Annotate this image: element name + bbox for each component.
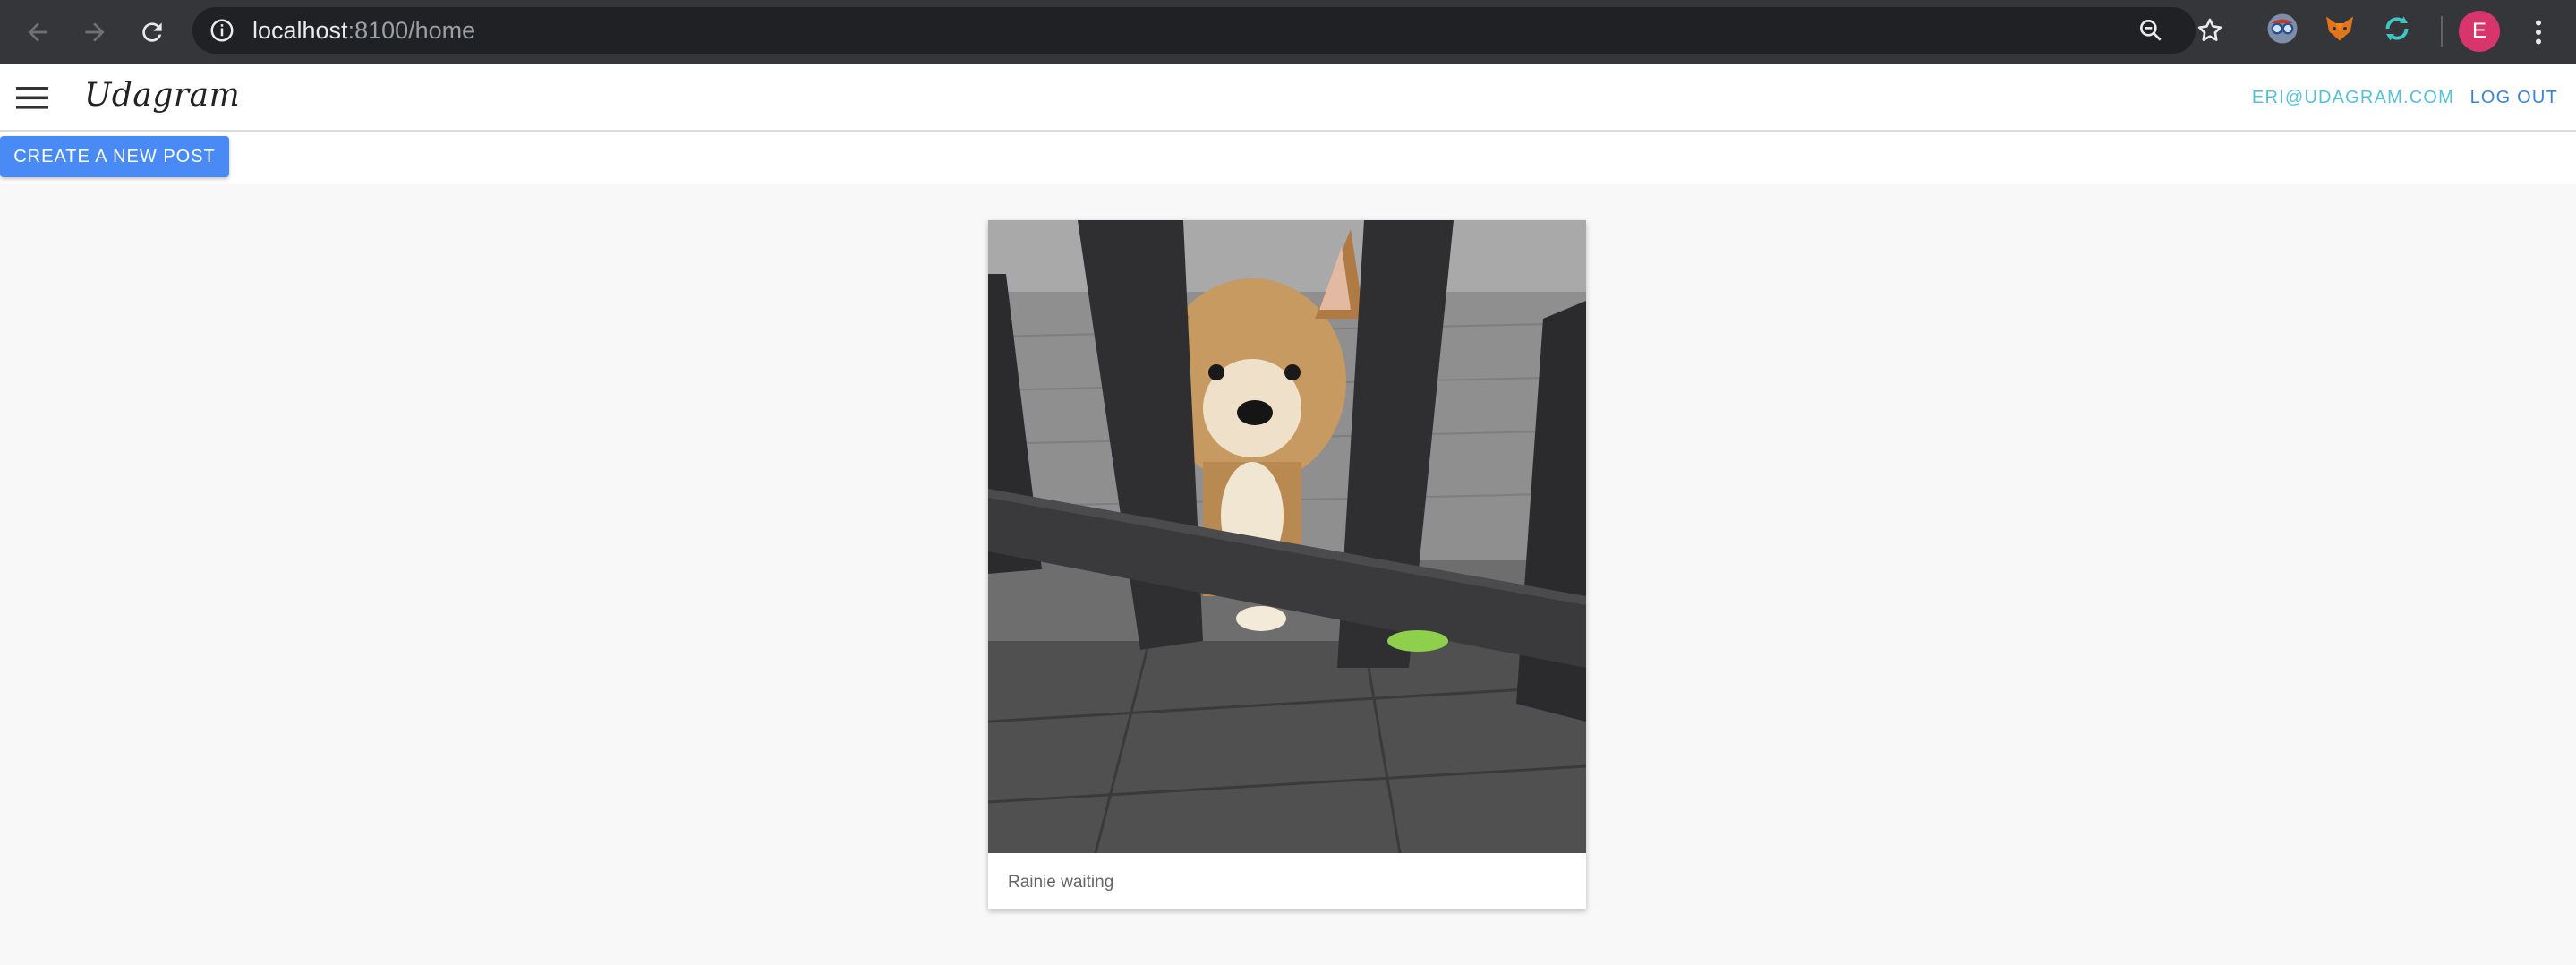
browser-chrome: localhost:8100/home E xyxy=(0,0,2576,64)
more-options-icon[interactable] xyxy=(2522,14,2555,50)
forward-button[interactable] xyxy=(77,14,113,50)
menu-icon[interactable] xyxy=(16,84,48,111)
reload-icon xyxy=(142,22,162,42)
profile-avatar[interactable]: E xyxy=(2459,11,2500,52)
logout-button[interactable]: LOG OUT xyxy=(2470,88,2558,108)
address-bar[interactable]: localhost:8100/home xyxy=(192,7,2222,54)
site-info-icon[interactable] xyxy=(209,17,235,44)
post-caption: Rainie waiting xyxy=(1008,873,1114,892)
url-host: localhost xyxy=(252,17,348,44)
page-toolbar: CREATE A NEW POST xyxy=(0,132,2576,184)
back-arrow-icon xyxy=(28,22,47,42)
dog-behind-fence-photo xyxy=(988,220,1586,853)
forward-arrow-icon xyxy=(85,22,105,42)
sync-extension-icon[interactable] xyxy=(2381,13,2413,45)
glasses-extension-icon[interactable] xyxy=(2266,13,2299,45)
reload-button[interactable] xyxy=(134,14,170,50)
toolbar-divider xyxy=(2441,16,2443,47)
brand-logo: Udagram xyxy=(84,77,241,114)
feed-card: Rainie waiting xyxy=(988,220,1586,909)
url-text: localhost:8100/home xyxy=(252,18,475,43)
bookmark-star-icon[interactable] xyxy=(2196,16,2224,45)
fox-extension-icon[interactable] xyxy=(2324,13,2356,45)
back-button[interactable] xyxy=(20,14,55,50)
url-path: :8100/home xyxy=(347,17,476,44)
zoom-icon[interactable] xyxy=(2137,16,2165,45)
create-post-button[interactable]: CREATE A NEW POST xyxy=(0,136,229,177)
app-header: Udagram ERI@UDAGRAM.COM LOG OUT xyxy=(0,64,2576,132)
user-email-link[interactable]: ERI@UDAGRAM.COM xyxy=(2252,88,2454,108)
